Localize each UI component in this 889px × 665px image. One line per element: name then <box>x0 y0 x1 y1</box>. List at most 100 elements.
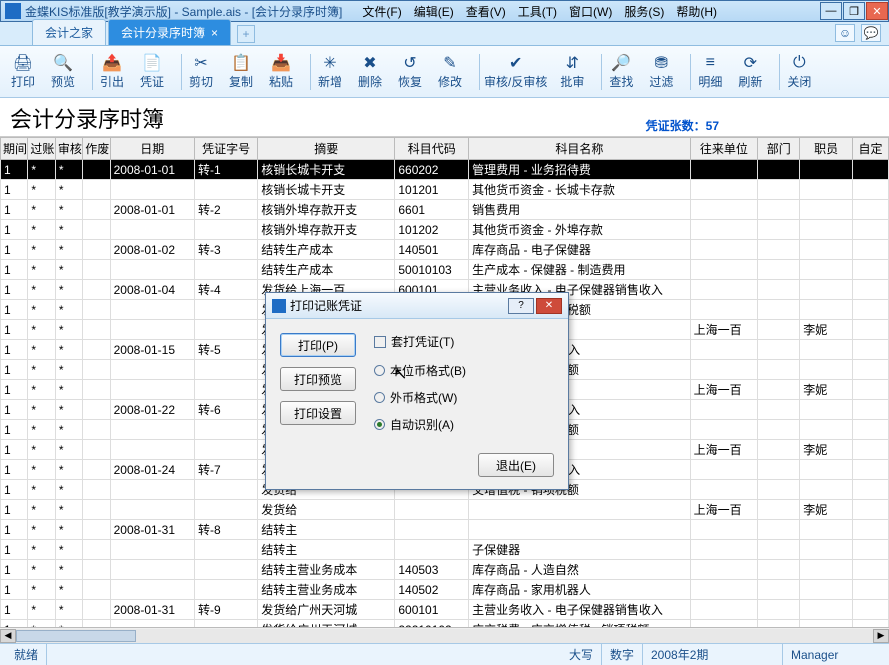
toolbar-查找[interactable]: 🔎查找 <box>606 53 636 90</box>
toolbar-label: 打印 <box>11 73 35 90</box>
过滤-icon: ⛃ <box>651 53 671 73</box>
table-row[interactable]: 1**结转主营业务成本140502库存商品 - 家用机器人 <box>1 580 889 600</box>
table-row[interactable]: 1**2008-01-01转-2核销外埠存款开支6601销售费用 <box>1 200 889 220</box>
table-row[interactable]: 1**核销外埠存款开支101202其他货币资金 - 外埠存款 <box>1 220 889 240</box>
separator <box>690 54 691 90</box>
toolbar-粘贴[interactable]: 📥粘贴 <box>266 53 296 90</box>
status-bar: 就绪 大写 数字 2008年2期 Manager <box>0 643 889 665</box>
scroll-left-button[interactable]: ◀ <box>0 629 16 643</box>
toolbar-引出[interactable]: 📤引出 <box>97 53 127 90</box>
menu-item[interactable]: 工具(T) <box>512 1 563 22</box>
menu-bar: 文件(F)编辑(E)查看(V)工具(T)窗口(W)服务(S)帮助(H) <box>356 1 723 22</box>
toolbar-刷新[interactable]: ⟳刷新 <box>735 53 765 90</box>
col-0[interactable]: 期间 <box>1 138 28 160</box>
toolbar-打印[interactable]: 🖨打印 <box>8 53 38 90</box>
toolbar-凭证[interactable]: 📄凭证 <box>137 53 167 90</box>
menu-item[interactable]: 编辑(E) <box>408 1 460 22</box>
toolbar-label: 过滤 <box>649 73 673 90</box>
toolbar-修改[interactable]: ✎修改 <box>435 53 465 90</box>
toolbar-审核/反审核[interactable]: ✔审核/反审核 <box>484 53 547 90</box>
local-currency-radio[interactable]: 本位币格式(B) <box>374 362 554 379</box>
table-row[interactable]: 1**2008-01-31转-9发货给广州天河城600101主营业务收入 - 电… <box>1 600 889 620</box>
menu-item[interactable]: 窗口(W) <box>563 1 618 22</box>
menu-item[interactable]: 文件(F) <box>356 1 407 22</box>
menu-item[interactable]: 服务(S) <box>618 1 670 22</box>
恢复-icon: ↺ <box>400 53 420 73</box>
dialog-titlebar[interactable]: 打印记账凭证 ? ✕ <box>266 293 568 319</box>
col-11[interactable]: 职员 <box>800 138 853 160</box>
smiley-icon[interactable]: ☺ <box>835 24 855 42</box>
col-9[interactable]: 往来单位 <box>690 138 757 160</box>
dialog-help-button[interactable]: ? <box>508 298 534 314</box>
dialog-close-button[interactable]: ✕ <box>536 298 562 314</box>
tab-home[interactable]: 会计之家 <box>32 19 106 45</box>
tab-close-icon[interactable]: × <box>211 26 218 40</box>
toolbar-复制[interactable]: 📋复制 <box>226 53 256 90</box>
col-5[interactable]: 凭证字号 <box>194 138 257 160</box>
close-button[interactable]: ✕ <box>866 2 888 20</box>
dialog-icon <box>272 299 286 313</box>
table-row[interactable]: 1**结转生产成本50010103生产成本 - 保健器 - 制造费用 <box>1 260 889 280</box>
print-setup-button[interactable]: 打印设置 <box>280 401 356 425</box>
col-1[interactable]: 过账 <box>28 138 55 160</box>
toolbar-删除[interactable]: ✖删除 <box>355 53 385 90</box>
col-7[interactable]: 科目代码 <box>395 138 469 160</box>
关闭-icon: ⏻ <box>789 53 809 73</box>
table-row[interactable]: 1**2008-01-01转-1核销长城卡开支660202管理费用 - 业务招待… <box>1 160 889 180</box>
table-row[interactable]: 1**结转主子保健器 <box>1 540 889 560</box>
toolbar-过滤[interactable]: ⛃过滤 <box>646 53 676 90</box>
separator <box>181 54 182 90</box>
table-row[interactable]: 1**发货给上海一百李妮 <box>1 500 889 520</box>
col-6[interactable]: 摘要 <box>258 138 395 160</box>
预览-icon: 🔍 <box>53 53 73 73</box>
col-8[interactable]: 科目名称 <box>469 138 690 160</box>
toolbar-明细[interactable]: ≡明细 <box>695 53 725 90</box>
table-row[interactable]: 1**核销长城卡开支101201其他货币资金 - 长城卡存款 <box>1 180 889 200</box>
打印-icon: 🖨 <box>13 53 33 73</box>
col-2[interactable]: 审核 <box>55 138 82 160</box>
scroll-track[interactable] <box>16 629 873 643</box>
toolbar-label: 粘贴 <box>269 73 293 90</box>
menu-item[interactable]: 帮助(H) <box>670 1 723 22</box>
tab-strip: 会计之家 会计分录序时簿× + ☺ 💬 <box>0 22 889 46</box>
凭证-icon: 📄 <box>142 53 162 73</box>
toolbar-label: 刷新 <box>738 73 762 90</box>
粘贴-icon: 📥 <box>271 53 291 73</box>
exit-button[interactable]: 退出(E) <box>478 453 554 477</box>
horizontal-scrollbar[interactable]: ◀ ▶ <box>0 627 889 643</box>
print-preview-button[interactable]: 打印预览 <box>280 367 356 391</box>
toolbar-新增[interactable]: ✳新增 <box>315 53 345 90</box>
col-4[interactable]: 日期 <box>110 138 194 160</box>
toolbar-label: 恢复 <box>398 73 422 90</box>
tab-journal[interactable]: 会计分录序时簿× <box>108 19 231 45</box>
auto-detect-radio[interactable]: 自动识别(A) <box>374 416 554 433</box>
toolbar-label: 引出 <box>100 73 124 90</box>
maximize-button[interactable]: ❐ <box>843 2 865 20</box>
pack-print-checkbox[interactable]: 套打凭证(T) <box>374 333 554 350</box>
chat-icon[interactable]: 💬 <box>861 24 881 42</box>
print-button[interactable]: 打印(P) <box>280 333 356 357</box>
menu-item[interactable]: 查看(V) <box>460 1 512 22</box>
toolbar-label: 剪切 <box>189 73 213 90</box>
table-row[interactable]: 1**2008-01-02转-3结转生产成本140501库存商品 - 电子保健器 <box>1 240 889 260</box>
明细-icon: ≡ <box>700 53 720 73</box>
tab-add-button[interactable]: + <box>237 25 255 43</box>
col-10[interactable]: 部门 <box>758 138 800 160</box>
page-header: 会计分录序时簿 凭证张数：57 <box>0 98 889 137</box>
toolbar-剪切[interactable]: ✂剪切 <box>186 53 216 90</box>
toolbar-批审[interactable]: ⇵批审 <box>557 53 587 90</box>
toolbar-关闭[interactable]: ⏻关闭 <box>784 53 814 90</box>
separator <box>92 54 93 90</box>
toolbar-预览[interactable]: 🔍预览 <box>48 53 78 90</box>
table-row[interactable]: 1**2008-01-31转-8结转主 <box>1 520 889 540</box>
scroll-thumb[interactable] <box>16 630 136 642</box>
table-row[interactable]: 1**结转主营业务成本140503库存商品 - 人造自然 <box>1 560 889 580</box>
voucher-count: 凭证张数：57 <box>646 117 719 134</box>
foreign-currency-radio[interactable]: 外币格式(W) <box>374 389 554 406</box>
scroll-right-button[interactable]: ▶ <box>873 629 889 643</box>
toolbar-恢复[interactable]: ↺恢复 <box>395 53 425 90</box>
minimize-button[interactable]: — <box>820 2 842 20</box>
col-12[interactable]: 自定 <box>853 138 889 160</box>
col-3[interactable]: 作废 <box>83 138 110 160</box>
toolbar-label: 查找 <box>609 73 633 90</box>
